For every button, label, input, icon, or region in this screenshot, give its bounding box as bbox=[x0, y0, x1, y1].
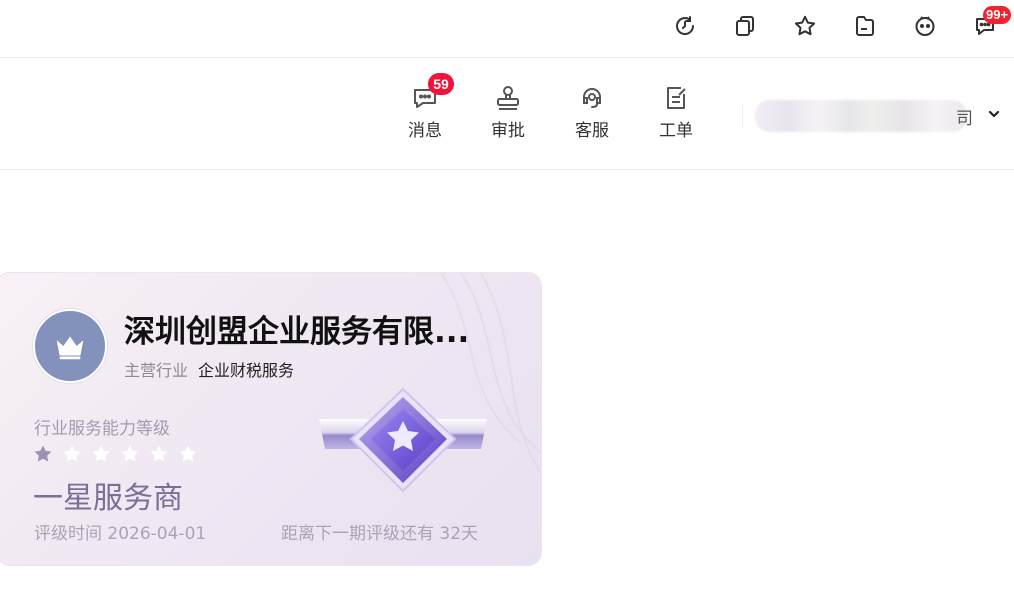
level-name: 一星服务商 bbox=[33, 481, 183, 516]
star-empty-icon bbox=[121, 445, 139, 462]
nav-work-order[interactable]: 工单 bbox=[646, 84, 706, 141]
chat-icon[interactable]: 99+ bbox=[971, 6, 1012, 40]
nav-label-messages: 消息 bbox=[408, 121, 442, 141]
next-rating-countdown: 距离下一期评级还有 32天 bbox=[281, 524, 479, 544]
refresh-icon[interactable] bbox=[671, 12, 699, 40]
ticket-icon bbox=[667, 87, 686, 109]
nav-label-work-order: 工单 bbox=[659, 121, 693, 141]
main-industry: 主营行业 企业财税服务 bbox=[124, 357, 294, 381]
nav-messages[interactable]: 59 消息 bbox=[395, 73, 455, 141]
star-filled-icon bbox=[34, 445, 52, 462]
avatar bbox=[33, 309, 107, 383]
industry-value: 企业财税服务 bbox=[198, 361, 295, 380]
star-empty-icon bbox=[92, 445, 110, 462]
nav-label-customer-service: 客服 bbox=[575, 121, 609, 141]
copy-icon[interactable] bbox=[731, 12, 759, 40]
chat-badge: 99+ bbox=[983, 6, 1012, 24]
messages-badge: 59 bbox=[428, 73, 454, 95]
level-label: 行业服务能力等级 bbox=[34, 419, 170, 439]
nav-customer-service[interactable]: 客服 bbox=[562, 84, 622, 141]
star-rating bbox=[33, 444, 198, 464]
star-empty-icon bbox=[63, 445, 81, 462]
rating-time: 评级时间 2026-04-01 bbox=[34, 524, 207, 544]
folder-icon[interactable] bbox=[851, 12, 879, 40]
service-level-card: 深圳创盟企业服务有限... 主营行业 企业财税服务 行业服务能力等级 一星服务商 … bbox=[0, 272, 542, 566]
chevron-down-icon[interactable] bbox=[986, 106, 1002, 122]
headset-icon bbox=[583, 88, 601, 108]
industry-key: 主营行业 bbox=[124, 361, 189, 380]
star-empty-icon bbox=[179, 445, 197, 462]
nav-label-approval: 审批 bbox=[491, 121, 525, 141]
top-toolbar: 99+ bbox=[0, 0, 1014, 58]
company-title: 深圳创盟企业服务有限... bbox=[124, 314, 470, 350]
star-icon[interactable] bbox=[791, 12, 819, 40]
medal-badge-icon bbox=[319, 387, 487, 493]
star-empty-icon bbox=[150, 445, 168, 462]
robot-face-icon[interactable] bbox=[911, 12, 939, 40]
crown-icon bbox=[56, 336, 84, 360]
company-name-tail: 司 bbox=[956, 109, 973, 129]
company-name-blurred[interactable] bbox=[755, 100, 967, 132]
nav-approval[interactable]: 审批 bbox=[478, 84, 538, 141]
stamp-icon bbox=[497, 86, 519, 110]
divider bbox=[742, 103, 743, 129]
